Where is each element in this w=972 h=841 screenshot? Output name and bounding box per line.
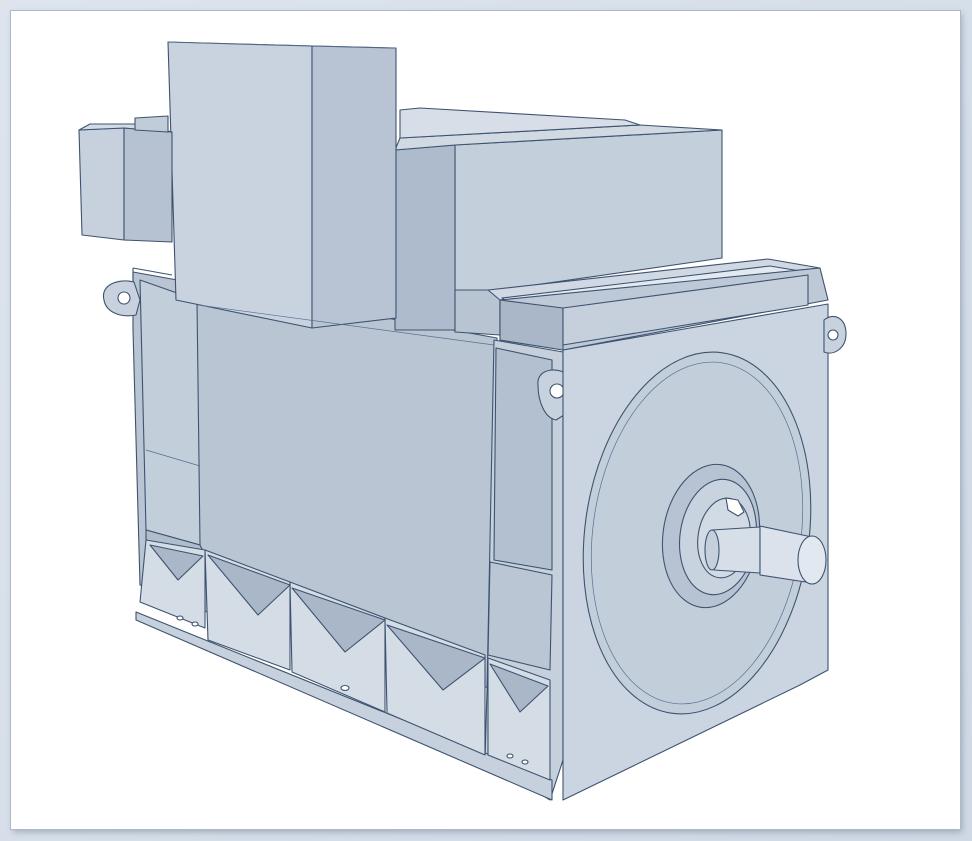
image-frame [0,0,972,841]
image-canvas [11,11,960,829]
motor-drawing [78,41,847,801]
auxiliary-box [78,115,173,243]
motor-body [78,41,847,801]
terminal-box [167,41,397,329]
